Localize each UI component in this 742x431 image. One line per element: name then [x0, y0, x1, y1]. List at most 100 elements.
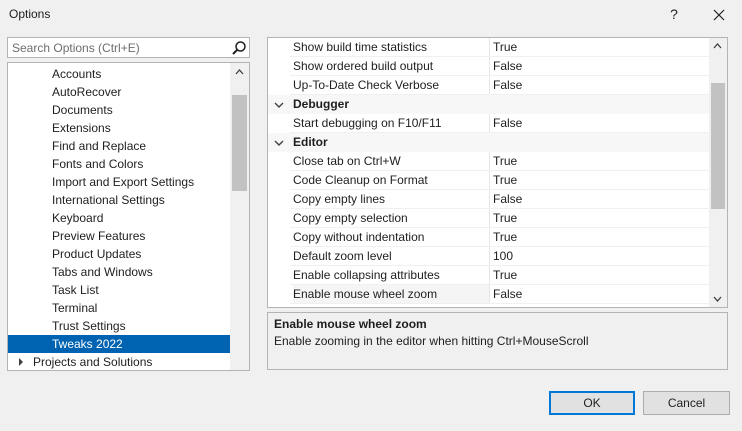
property-name: Default zoom level: [293, 249, 392, 263]
property-value[interactable]: True: [493, 38, 517, 57]
grid-property-row[interactable]: Enable mouse wheel zoom False: [268, 285, 709, 304]
row-divider: [290, 303, 709, 304]
grid-property-row[interactable]: Show build time statistics True: [268, 38, 709, 57]
grid-property-row[interactable]: Show ordered build output False: [268, 57, 709, 76]
grid-category[interactable]: Debugger: [268, 95, 709, 114]
tree-item[interactable]: Extensions: [8, 119, 230, 137]
grid-property-row[interactable]: Copy empty selection True: [268, 209, 709, 228]
chevron-down-icon[interactable]: [274, 101, 284, 109]
property-value[interactable]: True: [493, 209, 517, 228]
window-title: Options: [9, 7, 51, 21]
property-value[interactable]: False: [493, 114, 522, 133]
grid-property-row[interactable]: Copy empty lines False: [268, 190, 709, 209]
property-value[interactable]: False: [493, 57, 522, 76]
grid-property-row[interactable]: Up-To-Date Check Verbose False: [268, 76, 709, 95]
grid-scrollbar[interactable]: [709, 38, 727, 307]
tree-item-label: Accounts: [52, 67, 102, 81]
grid-property-row[interactable]: Copy without indentation True: [268, 228, 709, 247]
property-value[interactable]: False: [493, 190, 522, 209]
column-divider: [489, 38, 490, 57]
column-divider: [489, 152, 490, 171]
property-name: Enable collapsing attributes: [293, 268, 440, 282]
tree-item-projects-and-solutions[interactable]: Projects and Solutions: [8, 353, 230, 370]
column-divider: [489, 57, 490, 76]
grid-property-row[interactable]: Start debugging on F10/F11 False: [268, 114, 709, 133]
tree-item[interactable]: Import and Export Settings: [8, 173, 230, 191]
tree-item[interactable]: International Settings: [8, 191, 230, 209]
tree-item-label: Preview Features: [52, 229, 146, 243]
property-name: Copy empty lines: [293, 192, 386, 206]
tree-item-label: Terminal: [52, 301, 98, 315]
close-button[interactable]: [705, 2, 733, 26]
property-value[interactable]: True: [493, 266, 517, 285]
tree-item[interactable]: Find and Replace: [8, 137, 230, 155]
property-name: Start debugging on F10/F11: [293, 116, 442, 130]
ok-button[interactable]: OK: [549, 391, 635, 415]
grid-category[interactable]: Editor: [268, 133, 709, 152]
scroll-down-icon[interactable]: [713, 296, 722, 302]
chevron-down-icon[interactable]: [274, 139, 284, 147]
property-name: Up-To-Date Check Verbose: [293, 78, 440, 92]
grid-property-row[interactable]: Close tab on Ctrl+W True: [268, 152, 709, 171]
tree-scrollbar[interactable]: [230, 63, 249, 370]
property-value[interactable]: True: [493, 228, 517, 247]
column-divider: [489, 228, 490, 247]
column-divider: [489, 247, 490, 266]
property-name: Copy without indentation: [293, 230, 425, 244]
grid-property-row[interactable]: Code Cleanup on Format True: [268, 171, 709, 190]
category-label: Debugger: [293, 97, 350, 111]
property-name: Copy empty selection: [293, 211, 408, 225]
property-name: Show build time statistics: [293, 40, 428, 54]
tree-item-label: Product Updates: [52, 247, 142, 261]
chevron-right-icon[interactable]: [17, 358, 25, 366]
property-value[interactable]: True: [493, 152, 517, 171]
cancel-button[interactable]: Cancel: [643, 391, 730, 415]
property-name: Show ordered build output: [293, 59, 434, 73]
tree-item[interactable]: Product Updates: [8, 245, 230, 263]
options-tree[interactable]: Accounts AutoRecover Documents Extensions Fi…: [7, 62, 250, 371]
property-name: Enable mouse wheel zoom: [293, 285, 489, 304]
grid-property-row[interactable]: Default zoom level 100: [268, 247, 709, 266]
search-placeholder: Search Options (Ctrl+E): [12, 41, 140, 55]
grid-scroll-thumb[interactable]: [711, 83, 725, 209]
help-button[interactable]: ?: [660, 2, 688, 26]
search-icon[interactable]: [231, 40, 247, 56]
property-value[interactable]: True: [493, 171, 517, 190]
tree-item-label: Tweaks 2022: [52, 337, 123, 351]
category-label: Editor: [293, 135, 328, 149]
tree-item-label: Find and Replace: [52, 139, 147, 153]
column-divider: [489, 285, 490, 304]
tree-item[interactable]: Documents: [8, 101, 230, 119]
property-value[interactable]: 100: [493, 247, 513, 266]
tree-item[interactable]: Tweaks 2022: [8, 335, 230, 353]
property-grid[interactable]: Show build time statistics True Show order…: [267, 37, 728, 308]
tree-item[interactable]: Accounts: [8, 65, 230, 83]
grid-property-row[interactable]: Enable collapsing attributes True: [268, 266, 709, 285]
title-bar: Options ?: [0, 0, 742, 30]
tree-item[interactable]: Tabs and Windows: [8, 263, 230, 281]
description-title: Enable mouse wheel zoom: [274, 317, 427, 331]
description-panel: Enable mouse wheel zoom Enable zooming i…: [267, 312, 728, 370]
tree-item[interactable]: AutoRecover: [8, 83, 230, 101]
tree-item[interactable]: Fonts and Colors: [8, 155, 230, 173]
close-icon: [713, 9, 725, 21]
column-divider: [489, 266, 490, 285]
search-input[interactable]: Search Options (Ctrl+E): [7, 37, 250, 58]
tree-item[interactable]: Preview Features: [8, 227, 230, 245]
scroll-up-icon[interactable]: [713, 43, 722, 49]
tree-item-label: Import and Export Settings: [52, 175, 195, 189]
property-name: Close tab on Ctrl+W: [293, 154, 401, 168]
property-value[interactable]: False: [493, 285, 522, 304]
property-value[interactable]: False: [493, 76, 522, 95]
scroll-up-icon[interactable]: [235, 69, 244, 75]
tree-item-label: Extensions: [52, 121, 111, 135]
tree-item[interactable]: Terminal: [8, 299, 230, 317]
tree-item-label: Fonts and Colors: [52, 157, 144, 171]
tree-item-label: International Settings: [52, 193, 165, 207]
tree-item-label: Task List: [52, 283, 99, 297]
tree-item[interactable]: Trust Settings: [8, 317, 230, 335]
tree-item[interactable]: Task List: [8, 281, 230, 299]
column-divider: [489, 76, 490, 95]
tree-item[interactable]: Keyboard: [8, 209, 230, 227]
tree-scroll-thumb[interactable]: [232, 95, 247, 191]
